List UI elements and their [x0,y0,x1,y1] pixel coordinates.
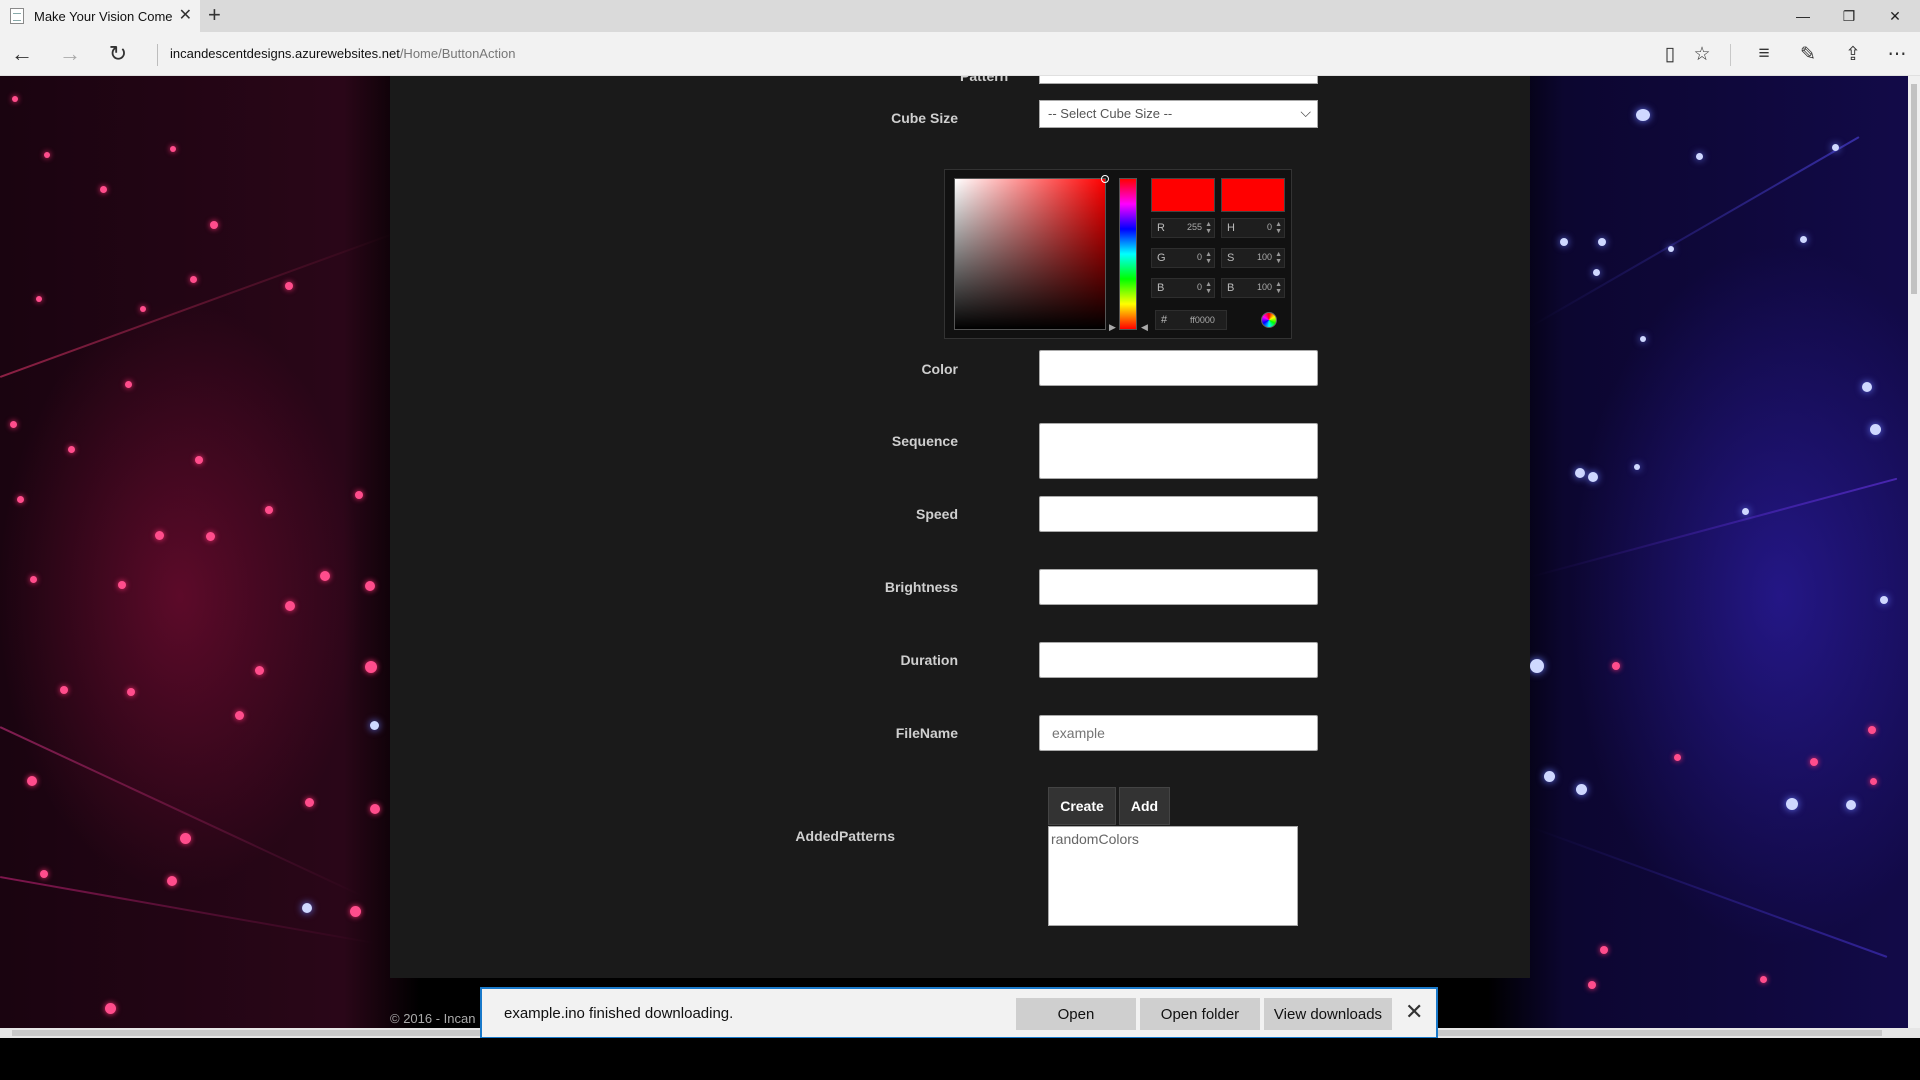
address-path: /Home/ButtonAction [399,46,516,61]
duration-label: Duration [900,652,958,668]
color-selector-handle[interactable] [1101,175,1109,183]
new-color-swatch [1151,178,1215,212]
current-color-swatch[interactable] [1221,178,1285,212]
saturation-field[interactable]: S 100 ▲ ▼ [1221,248,1285,268]
vertical-scroll-thumb[interactable] [1911,84,1917,294]
web-note-icon[interactable]: ✎ [1792,40,1824,68]
close-window-icon[interactable]: ✕ [1872,0,1918,32]
hex-value: ff0000 [1190,315,1215,325]
close-tab-icon[interactable]: ✕ [179,7,192,25]
close-download-bar-icon[interactable]: ✕ [1405,999,1423,1025]
hue-label: H [1227,222,1235,234]
toolbar-divider [1730,44,1731,66]
color-picker: ▶ ◀ R 255 ▲ ▼ G 0 ▲ ▼ B 0 ▲ ▼ H 0 ▲ ▼ S … [944,169,1292,339]
restore-icon[interactable]: ❐ [1826,0,1872,32]
brightness-field[interactable]: B 100 ▲ ▼ [1221,278,1285,298]
hex-field[interactable]: # ff0000 [1155,310,1227,330]
add-button[interactable]: Add [1119,787,1170,825]
green-label: G [1157,252,1166,264]
hue-field[interactable]: H 0 ▲ ▼ [1221,218,1285,238]
share-icon[interactable]: ⇪ [1837,40,1869,68]
page-viewport: Pattern Cube Size -- Select Cube Size --… [0,76,1908,1028]
brightness-label: B [1227,282,1235,294]
filename-input[interactable] [1039,715,1318,751]
spinner-icon[interactable]: ▲ ▼ [1205,251,1212,265]
spinner-icon[interactable]: ▲ ▼ [1275,251,1282,265]
open-button[interactable]: Open [1016,998,1136,1030]
brightness-value: 100 [1256,282,1272,292]
browser-tab[interactable]: Make Your Vision Come ✕ [0,0,200,32]
spinner-icon[interactable]: ▲ ▼ [1275,221,1282,235]
speed-input[interactable] [1039,496,1318,532]
speed-label: Speed [915,506,958,522]
cube-size-select[interactable]: -- Select Cube Size -- ⌵ [1039,100,1318,128]
hue-arrow-left-icon: ▶ [1109,322,1116,332]
hex-label: # [1161,314,1168,326]
duration-input[interactable] [1039,642,1318,678]
chevron-down-icon: ⌵ [1300,104,1311,120]
reading-view-icon[interactable]: ▯ [1654,40,1686,68]
brightness-label: Brightness [884,579,958,595]
vertical-scrollbar[interactable] [1908,76,1920,1028]
brightness-input[interactable] [1039,569,1318,605]
red-label: R [1157,222,1165,234]
page-icon [10,8,24,24]
saturation-value-square[interactable] [954,175,1109,330]
color-wheel-icon[interactable] [1261,312,1277,328]
download-message: example.ino finished downloading. [504,1005,734,1022]
spinner-icon[interactable]: ▲ ▼ [1275,281,1282,295]
open-folder-button[interactable]: Open folder [1140,998,1260,1030]
color-input[interactable] [1039,350,1318,386]
saturation-value: 100 [1256,252,1272,262]
filename-label: FileName [895,725,958,741]
favorite-star-icon[interactable]: ☆ [1686,40,1718,68]
color-label: Color [921,361,958,377]
red-field[interactable]: R 255 ▲ ▼ [1151,218,1215,238]
hue-arrow-right-icon: ◀ [1141,322,1148,332]
forward-icon[interactable]: → [54,40,86,68]
blue-field[interactable]: B 0 ▲ ▼ [1151,278,1215,298]
view-downloads-button[interactable]: View downloads [1264,998,1392,1030]
sequence-label: Sequence [891,433,958,449]
green-field[interactable]: G 0 ▲ ▼ [1151,248,1215,268]
title-bar: Make Your Vision Come ✕ + — ❐ ✕ [0,0,1920,32]
footer-copyright: © 2016 - Incan [390,1011,476,1026]
added-patterns-textarea[interactable]: randomColors [1048,826,1298,926]
minimize-icon[interactable]: — [1780,0,1826,32]
hue-slider[interactable] [1119,178,1137,330]
cube-size-selected: -- Select Cube Size -- [1048,106,1173,121]
sequence-input[interactable] [1039,423,1318,479]
green-value: 0 [1196,252,1202,262]
content-panel: Pattern Cube Size -- Select Cube Size --… [390,76,1530,978]
address-divider [157,44,158,66]
new-tab-icon[interactable]: + [208,4,221,26]
taskbar-area [0,1038,1920,1080]
saturation-label: S [1227,252,1235,264]
blue-label: B [1157,282,1165,294]
spinner-icon[interactable]: ▲ ▼ [1205,281,1212,295]
added-patterns-label: AddedPatterns [795,828,895,844]
hue-value: 0 [1266,222,1272,232]
navigation-bar: ← → ↻ incandescentdesigns.azurewebsites.… [0,32,1920,76]
spinner-icon[interactable]: ▲ ▼ [1205,221,1212,235]
pattern-field[interactable] [1039,76,1318,84]
tab-title: Make Your Vision Come [34,8,173,24]
hub-icon[interactable]: ≡ [1748,40,1780,68]
download-notification-bar: example.ino finished downloading. Open O… [480,987,1438,1039]
address-domain: incandescentdesigns.azurewebsites.net [170,46,400,61]
red-value: 255 [1186,222,1202,232]
more-icon[interactable]: ⋯ [1881,40,1913,68]
refresh-icon[interactable]: ↻ [102,40,134,68]
create-button[interactable]: Create [1048,787,1116,825]
pattern-label: Pattern [960,76,1009,84]
blue-value: 0 [1196,282,1202,292]
cube-size-label: Cube Size [891,110,958,126]
address-bar[interactable]: incandescentdesigns.azurewebsites.net/Ho… [170,46,515,61]
back-icon[interactable]: ← [6,40,38,68]
